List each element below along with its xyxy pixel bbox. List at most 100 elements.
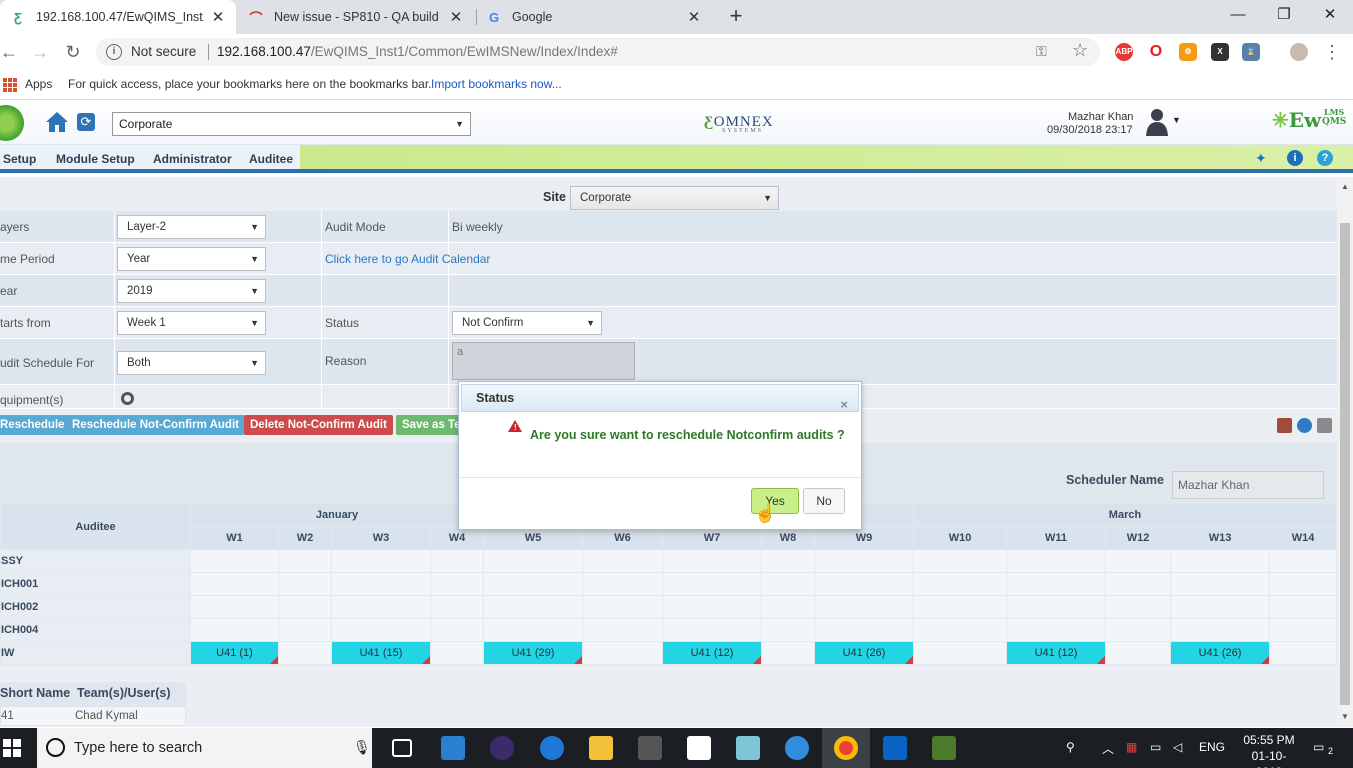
- grid-cell[interactable]: [913, 595, 1007, 619]
- notification-icon[interactable]: ▭: [1313, 740, 1324, 754]
- apps-grid-icon[interactable]: [3, 78, 17, 92]
- grid-cell[interactable]: [582, 641, 663, 665]
- audit-cell[interactable]: U41 (12): [662, 641, 762, 665]
- grid-cell[interactable]: [582, 595, 663, 619]
- reschedule-not-confirm-button[interactable]: Reschedule Not-Confirm Audit: [66, 415, 245, 435]
- scheduler-name-input[interactable]: Mazhar Khan: [1172, 471, 1324, 499]
- grid-cell[interactable]: [913, 549, 1007, 573]
- user-menu-caret-icon[interactable]: ▼: [1172, 115, 1181, 125]
- grid-cell[interactable]: [761, 572, 815, 596]
- dialog-close-icon[interactable]: ×: [840, 392, 848, 418]
- volume-icon[interactable]: ◁: [1173, 740, 1182, 754]
- grid-cell[interactable]: [331, 595, 431, 619]
- opera-icon[interactable]: O: [1147, 43, 1165, 61]
- app-icon-green[interactable]: [932, 736, 956, 760]
- grid-cell[interactable]: [1006, 618, 1106, 642]
- grid-cell[interactable]: [913, 618, 1007, 642]
- scroll-down-icon[interactable]: ▼: [1341, 712, 1349, 721]
- grid-cell[interactable]: [278, 641, 332, 665]
- grid-cell[interactable]: [430, 618, 484, 642]
- file-explorer-icon[interactable]: [589, 736, 613, 760]
- grid-cell[interactable]: [814, 549, 914, 573]
- grid-cell[interactable]: [662, 618, 762, 642]
- mail-icon[interactable]: [687, 736, 711, 760]
- apps-link[interactable]: Apps: [25, 77, 52, 91]
- eclipse-icon[interactable]: [490, 736, 514, 760]
- chrome-menu-icon[interactable]: ⋮: [1320, 40, 1344, 64]
- header-site-select[interactable]: Corporate ▼: [112, 112, 471, 136]
- no-button[interactable]: No: [803, 488, 845, 514]
- reason-textarea[interactable]: a: [452, 342, 635, 380]
- grid-cell[interactable]: [1006, 572, 1106, 596]
- grid-cell[interactable]: [483, 572, 583, 596]
- grid-cell[interactable]: [430, 641, 484, 665]
- tab-close-icon[interactable]: ✕: [210, 8, 226, 26]
- grid-cell[interactable]: [1269, 618, 1337, 642]
- vertical-scrollbar[interactable]: ▲ ▼: [1337, 177, 1353, 727]
- grid-cell[interactable]: [430, 572, 484, 596]
- grid-cell[interactable]: [913, 641, 1007, 665]
- profile-avatar-icon[interactable]: [1290, 43, 1308, 61]
- home-icon[interactable]: [45, 111, 69, 133]
- grid-cell[interactable]: [190, 618, 279, 642]
- grid-cell[interactable]: [1170, 595, 1270, 619]
- grid-cell[interactable]: [430, 549, 484, 573]
- grid-cell[interactable]: [483, 618, 583, 642]
- minimize-button[interactable]: —: [1215, 0, 1261, 30]
- close-window-button[interactable]: ✕: [1307, 0, 1353, 30]
- grid-cell[interactable]: [582, 549, 663, 573]
- url-text[interactable]: 192.168.100.47/EwQIMS_Inst1/Common/EwIMS…: [217, 44, 618, 59]
- reschedule-button[interactable]: Reschedule: [0, 415, 71, 435]
- grid-cell[interactable]: [278, 618, 332, 642]
- layout-icon[interactable]: [1317, 418, 1332, 433]
- adblock-plus-icon[interactable]: ABP: [1115, 43, 1133, 61]
- grid-cell[interactable]: [582, 572, 663, 596]
- grid-cell[interactable]: [1269, 595, 1337, 619]
- maximize-button[interactable]: ❐: [1261, 0, 1307, 30]
- gear-icon[interactable]: [121, 392, 134, 405]
- save-as-template-button[interactable]: Save as Te: [396, 415, 467, 435]
- new-tab-button[interactable]: +: [724, 4, 748, 28]
- help-bubble-icon[interactable]: [1297, 418, 1312, 433]
- grid-cell[interactable]: [761, 641, 815, 665]
- grid-cell[interactable]: [1105, 618, 1171, 642]
- omnibox[interactable]: i Not secure 192.168.100.47/EwQIMS_Inst1…: [96, 38, 1100, 66]
- taskbar-clock[interactable]: 05:55 PM 01-10-2018: [1239, 732, 1299, 768]
- scrollbar-thumb[interactable]: [1340, 223, 1350, 705]
- grid-cell[interactable]: [662, 595, 762, 619]
- audit-cell[interactable]: U41 (12): [1006, 641, 1106, 665]
- user-avatar-icon[interactable]: [1145, 107, 1169, 137]
- grid-cell[interactable]: [278, 572, 332, 596]
- internet-explorer-icon[interactable]: [785, 736, 809, 760]
- grid-cell[interactable]: [814, 572, 914, 596]
- grid-cell[interactable]: [1269, 641, 1337, 665]
- grid-cell[interactable]: [1170, 549, 1270, 573]
- menu-module-setup[interactable]: Module Setup: [56, 152, 135, 166]
- grid-cell[interactable]: [761, 595, 815, 619]
- site-select[interactable]: Corporate ▼: [570, 186, 779, 210]
- audit-cell[interactable]: U41 (26): [1170, 641, 1270, 665]
- audit-cell[interactable]: U41 (29): [483, 641, 583, 665]
- menu-setup[interactable]: Setup: [3, 152, 36, 166]
- grid-cell[interactable]: [814, 618, 914, 642]
- browser-tab-ewqims[interactable]: Ƹ 192.168.100.47/EwQIMS_Inst1/Co ✕: [0, 0, 236, 34]
- grid-cell[interactable]: [1105, 572, 1171, 596]
- audit-cell[interactable]: U41 (26): [814, 641, 914, 665]
- microphone-icon[interactable]: 🎙: [353, 739, 371, 756]
- layers-select[interactable]: Layer-2 ▼: [117, 215, 266, 239]
- outlook-icon[interactable]: [883, 736, 907, 760]
- grid-cell[interactable]: [483, 549, 583, 573]
- extension-orange-icon[interactable]: ⚙: [1179, 43, 1197, 61]
- grid-cell[interactable]: [1006, 595, 1106, 619]
- grid-cell[interactable]: [331, 618, 431, 642]
- app-icon-remote[interactable]: [441, 736, 465, 760]
- task-view-icon[interactable]: [392, 739, 412, 757]
- tab-close-icon[interactable]: ✕: [448, 8, 464, 26]
- forward-button[interactable]: →: [28, 40, 52, 64]
- grid-cell[interactable]: [1170, 618, 1270, 642]
- refresh-icon[interactable]: ⟳: [77, 113, 95, 131]
- language-indicator[interactable]: ENG: [1199, 740, 1225, 754]
- windows-start-icon[interactable]: [3, 739, 21, 757]
- chrome-icon[interactable]: [834, 736, 858, 760]
- grid-cell[interactable]: [278, 595, 332, 619]
